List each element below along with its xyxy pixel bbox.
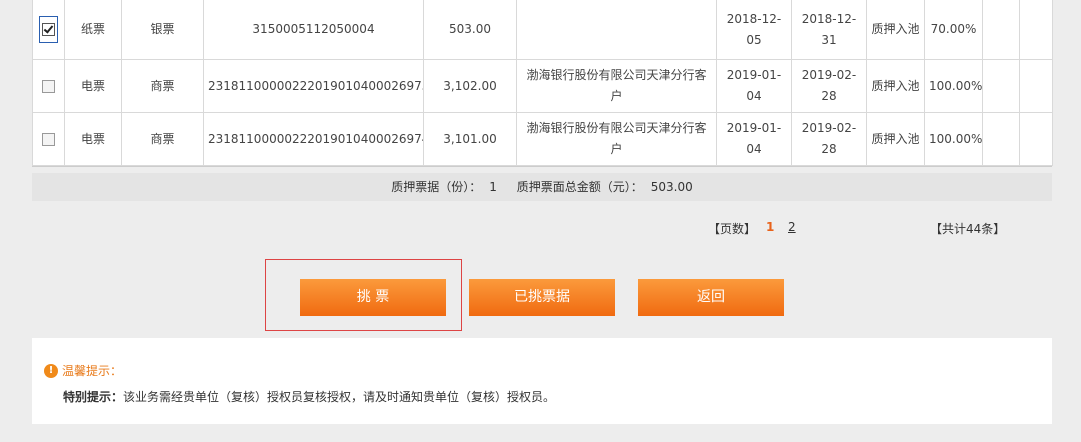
picked-bills-button[interactable]: 已挑票据 (469, 279, 615, 316)
pager-total-count: 【共计44条】 (930, 222, 1006, 236)
cell-type: 商票 (121, 112, 204, 166)
pager-label: 【页数】 (708, 222, 757, 236)
cell-amount: 3,102.00 (423, 59, 517, 113)
cell-type: 银票 (121, 0, 204, 60)
warning-icon: ! (44, 363, 58, 378)
cell-extra-2 (1019, 112, 1053, 166)
summary-bar: 质押票据（份）： 1 质押票面总金额（元）： 503.00 (32, 173, 1052, 201)
cell-ratio: 70.00% (924, 0, 983, 60)
tips-message: 特别提示：该业务需经贵单位（复核）授权员复核授权，请及时通知贵单位（复核）授权员… (63, 388, 555, 405)
cell-status: 质押入池 (866, 59, 925, 113)
cell-issue-date: 2018-12-05 (716, 0, 792, 60)
table-row: 电票 商票 231811000002220190104000269753 3,102.… (32, 59, 1053, 113)
cell-ratio: 100.00% (924, 59, 983, 113)
cell-customer (516, 0, 717, 60)
checkbox-icon[interactable] (42, 79, 55, 93)
cell-due-date: 2018-12-31 (791, 0, 867, 60)
cell-issue-date: 2019-01-04 (716, 112, 792, 166)
checkbox-icon[interactable] (42, 23, 55, 36)
cell-number: 231811000002220190104000269753 (203, 59, 424, 113)
cell-number: 231811000002220190104000269745 (203, 112, 424, 166)
pledged-total-amount: 质押票面总金额（元）： 503.00 (516, 180, 693, 194)
table-row: 电票 商票 231811000002220190104000269745 3,101.… (32, 112, 1053, 166)
cell-extra-1 (982, 0, 1020, 60)
row-checkbox-cell (32, 59, 65, 113)
cell-ratio: 100.00% (924, 112, 983, 166)
cell-medium: 电票 (64, 112, 122, 166)
cell-amount: 3,101.00 (423, 112, 517, 166)
page-link-1[interactable]: 1 (766, 220, 774, 234)
tips-panel: ! 温馨提示： 特别提示：该业务需经贵单位（复核）授权员复核授权，请及时通知贵单… (32, 338, 1052, 424)
table-row: 纸票 银票 3150005112050004 503.00 2018-12-05 2018… (32, 0, 1053, 60)
row-checkbox-cell (32, 112, 65, 166)
cell-type: 商票 (121, 59, 204, 113)
cell-due-date: 2019-02-28 (791, 59, 867, 113)
cell-customer: 渤海银行股份有限公司天津分行客户 (516, 59, 717, 113)
pledged-count: 质押票据（份）： 1 (391, 180, 497, 194)
back-button[interactable]: 返回 (638, 279, 784, 316)
cell-number: 3150005112050004 (203, 0, 424, 60)
bill-table-panel: 纸票 银票 3150005112050004 503.00 2018-12-05 2018… (32, 0, 1053, 167)
bill-table: 纸票 银票 3150005112050004 503.00 2018-12-05 2018… (32, 0, 1053, 166)
bill-table-body: 纸票 银票 3150005112050004 503.00 2018-12-05 2018… (32, 0, 1053, 166)
cell-medium: 纸票 (64, 0, 122, 60)
row-checkbox-cell (32, 0, 65, 60)
cell-extra-1 (982, 112, 1020, 166)
checkbox-focus-frame (39, 16, 58, 43)
tips-body-label: 特别提示： (63, 390, 124, 404)
cell-extra-2 (1019, 59, 1053, 113)
tips-body-text: 该业务需经贵单位（复核）授权员复核授权，请及时通知贵单位（复核）授权员。 (123, 390, 556, 404)
cell-amount: 503.00 (423, 0, 517, 60)
cell-issue-date: 2019-01-04 (716, 59, 792, 113)
cell-due-date: 2019-02-28 (791, 112, 867, 166)
cell-extra-1 (982, 59, 1020, 113)
cell-extra-2 (1019, 0, 1053, 60)
cell-customer: 渤海银行股份有限公司天津分行客户 (516, 112, 717, 166)
tips-title: ! 温馨提示： (44, 362, 122, 379)
pick-bills-button[interactable]: 挑 票 (300, 279, 446, 316)
cell-status: 质押入池 (866, 112, 925, 166)
cell-medium: 电票 (64, 59, 122, 113)
checkbox-icon[interactable] (42, 132, 55, 146)
cell-status: 质押入池 (866, 0, 925, 60)
page-link-2[interactable]: 2 (788, 220, 796, 234)
